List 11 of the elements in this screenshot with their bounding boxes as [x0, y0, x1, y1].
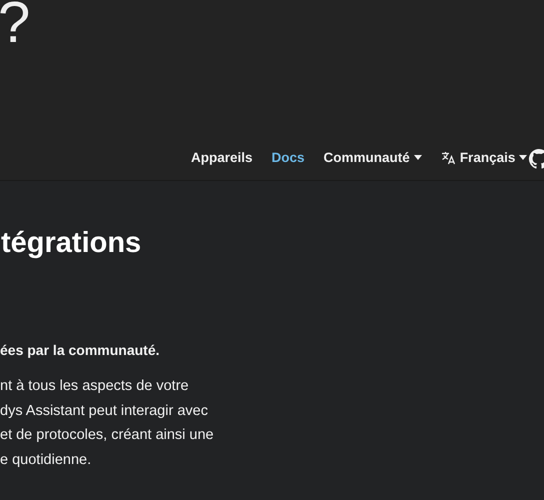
nav-link[interactable]: Appareils [191, 150, 253, 165]
nav-link[interactable]: Communauté [324, 150, 422, 165]
caret-icon [519, 155, 528, 160]
lead-text: ées par la communauté. [0, 342, 160, 358]
translate-icon[interactable] [440, 150, 456, 164]
page-heading: tégrations [0, 227, 142, 260]
logo-text[interactable]: ? [0, 0, 30, 52]
cat-logo-icon[interactable] [528, 148, 544, 170]
nav-link[interactable]: Docs [272, 150, 305, 165]
body-paragraph: nt à tous les aspects de votre dys Assistant peut interagir avec et de protocoles, créant ainsi une e quotidienne. [0, 377, 214, 470]
language-dropdown[interactable]: Français [460, 150, 528, 165]
